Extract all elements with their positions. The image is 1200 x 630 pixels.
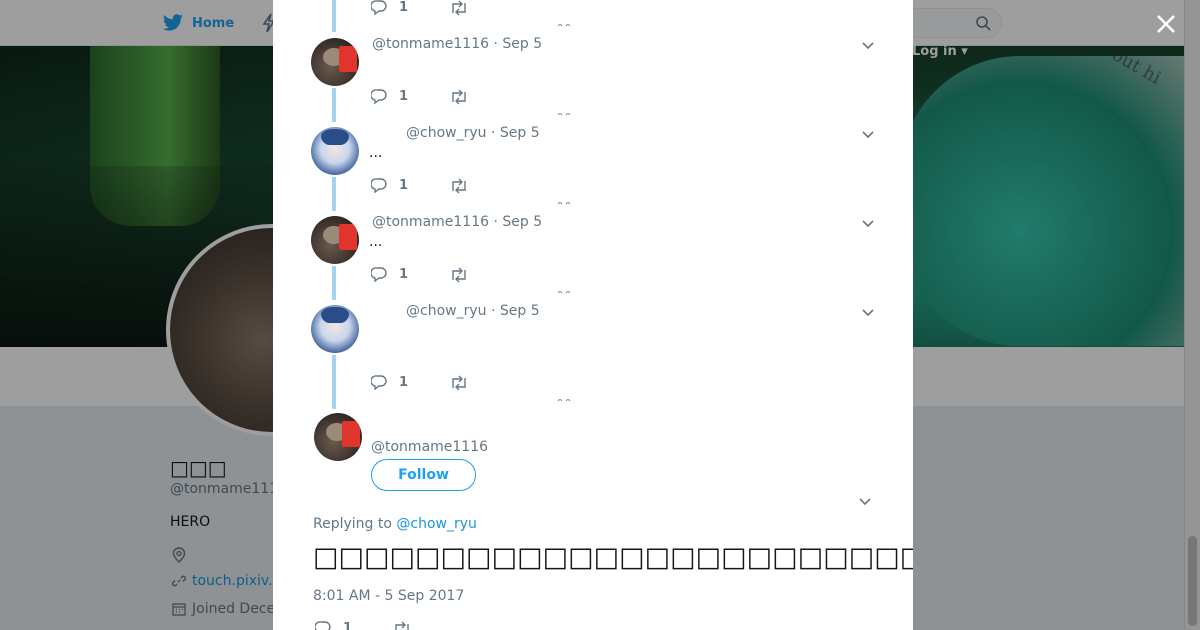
chevron-down-icon[interactable] — [858, 494, 872, 508]
retweet-icon[interactable] — [450, 178, 468, 194]
tweet-text: ... — [369, 145, 383, 161]
more-replies-icon — [557, 398, 571, 402]
thread-line — [332, 177, 336, 211]
reply-count: 1 — [343, 620, 353, 630]
reply-action[interactable]: 1 — [371, 88, 408, 104]
thread-line — [332, 88, 336, 122]
reply-icon[interactable] — [371, 177, 387, 193]
chevron-down-icon[interactable] — [861, 305, 875, 319]
reply-icon[interactable] — [371, 0, 387, 15]
reply-action[interactable]: 1 — [371, 0, 408, 15]
more-replies-icon — [557, 201, 571, 205]
reply-count: 1 — [399, 374, 409, 390]
tweet-meta[interactable]: @tonmame1116 · Sep 5 — [372, 36, 542, 52]
chevron-down-icon[interactable] — [861, 38, 875, 52]
avatar-tonmame[interactable] — [311, 38, 359, 86]
avatar-chow-ryu[interactable] — [311, 127, 359, 175]
tweet-meta[interactable]: @chow_ryu · Sep 5 — [406, 125, 540, 141]
follow-button[interactable]: Follow — [371, 459, 476, 491]
avatar-tonmame[interactable] — [311, 216, 359, 264]
main-tweet-timestamp[interactable]: 8:01 AM - 5 Sep 2017 — [313, 588, 464, 604]
thread-line — [332, 266, 336, 300]
retweet-icon[interactable] — [450, 267, 468, 283]
chevron-down-icon[interactable] — [861, 127, 875, 141]
reply-count: 1 — [399, 0, 409, 15]
reply-action[interactable]: 1 — [315, 620, 352, 630]
more-replies-icon — [557, 23, 571, 27]
more-replies-icon — [557, 290, 571, 294]
retweet-icon[interactable] — [393, 621, 411, 630]
thread-line — [332, 355, 336, 409]
reply-action[interactable]: 1 — [371, 177, 408, 193]
replying-prefix: Replying to — [313, 516, 397, 532]
tweet-meta[interactable]: @chow_ryu · Sep 5 — [406, 303, 540, 319]
main-tweet-text: □□□□□□□□□□□□□□□□□□□□□□□□□□□□□□□□□□□□□□□□… — [313, 542, 913, 573]
reply-count: 1 — [399, 266, 409, 282]
main-tweet-handle[interactable]: @tonmame1116 — [371, 439, 488, 455]
close-icon[interactable] — [1152, 10, 1180, 38]
retweet-icon[interactable] — [450, 375, 468, 391]
reply-count: 1 — [399, 88, 409, 104]
reply-action[interactable]: 1 — [371, 266, 408, 282]
retweet-icon[interactable] — [450, 89, 468, 105]
more-replies-icon — [557, 112, 571, 116]
reply-icon[interactable] — [371, 88, 387, 104]
reply-icon[interactable] — [371, 374, 387, 390]
replying-to-link[interactable]: @chow_ryu — [396, 516, 477, 532]
thread-line — [332, 0, 336, 32]
reply-action[interactable]: 1 — [371, 374, 408, 390]
replying-to: Replying to @chow_ryu — [313, 516, 477, 532]
reply-icon[interactable] — [315, 620, 331, 630]
avatar-chow-ryu[interactable] — [311, 305, 359, 353]
chevron-down-icon[interactable] — [861, 216, 875, 230]
reply-icon[interactable] — [371, 266, 387, 282]
retweet-icon[interactable] — [450, 0, 468, 16]
avatar-tonmame-main[interactable] — [314, 413, 362, 461]
reply-count: 1 — [399, 177, 409, 193]
tweet-text: ... — [369, 234, 383, 250]
tweet-meta[interactable]: @tonmame1116 · Sep 5 — [372, 214, 542, 230]
tweet-permalink-modal: 1 @tonmame1116 · Sep 5 1 @chow_ryu · Sep… — [273, 0, 913, 630]
